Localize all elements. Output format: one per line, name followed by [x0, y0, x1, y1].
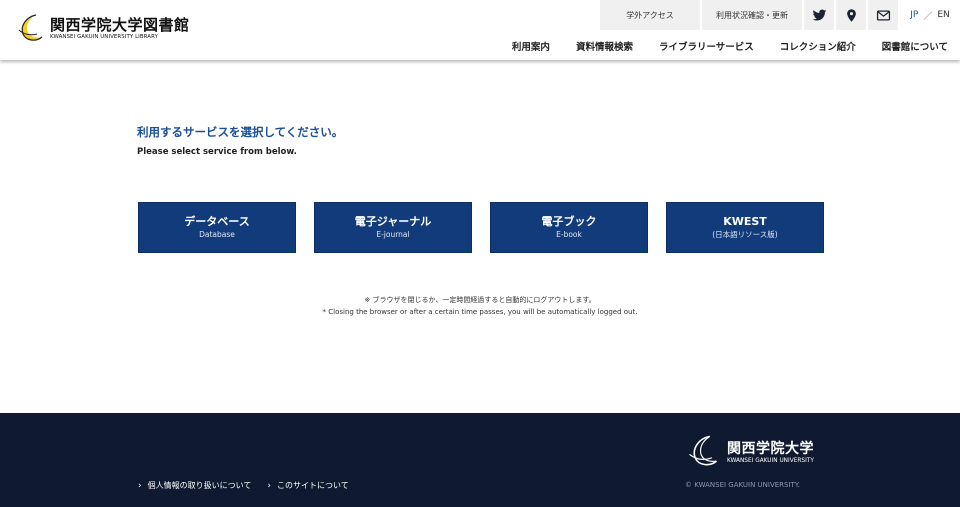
lang-jp-link[interactable]: JP — [910, 10, 918, 20]
kwest-button[interactable]: KWEST (日本語リソース版) — [666, 202, 824, 253]
ebook-button-title: 電子ブック — [541, 215, 597, 228]
footer-link-privacy-label: 個人情報の取り扱いについて — [147, 481, 252, 490]
university-logo[interactable]: 関西学院大学 KWANSEI GAKUIN UNIVERSITY — [685, 433, 830, 469]
footer-logo-text-en: KWANSEI GAKUIN UNIVERSITY — [727, 458, 814, 464]
twitter-button[interactable] — [804, 0, 834, 30]
twitter-icon — [812, 9, 826, 21]
ejournal-button-subtitle: E-journal — [376, 230, 410, 239]
page-heading-en: Please select service from below. — [137, 147, 297, 157]
nav-item-search[interactable]: 資料情報検索 — [576, 39, 633, 53]
ejournal-button-title: 電子ジャーナル — [354, 215, 432, 228]
database-button[interactable]: データベース Database — [138, 202, 296, 253]
kwest-button-title: KWEST — [723, 215, 767, 228]
ejournal-button[interactable]: 電子ジャーナル E-journal — [314, 202, 472, 253]
mail-button[interactable] — [868, 0, 898, 30]
language-switch: JP ／ EN — [900, 0, 960, 30]
usage-status-label: 利用状況確認・更新 — [716, 10, 788, 20]
usage-status-button[interactable]: 利用状況確認・更新 — [702, 0, 802, 30]
ebook-button-subtitle: E-book — [556, 230, 582, 239]
copyright: © KWANSEI GAKUIN UNIVERSITY. — [685, 481, 800, 489]
lang-en-link[interactable]: EN — [937, 10, 949, 20]
chevron-right-icon: › — [267, 480, 271, 491]
nav-item-guide[interactable]: 利用案内 — [512, 39, 550, 53]
page: 関西学院大学図書館 KWANSEI GAKUIN UNIVERSITY LIBR… — [0, 0, 960, 507]
database-button-subtitle: Database — [199, 230, 235, 239]
lang-separator: ／ — [923, 11, 933, 22]
nav-item-about[interactable]: 図書館について — [882, 39, 948, 53]
nav-item-library-services[interactable]: ライブラリーサービス — [659, 39, 754, 53]
crescent-moon-logo-icon — [689, 435, 718, 466]
site-header: 関西学院大学図書館 KWANSEI GAKUIN UNIVERSITY LIBR… — [0, 0, 960, 60]
crescent-moon-logo-icon — [18, 14, 43, 41]
footer-link-about-site[interactable]: › このサイトについて — [267, 480, 348, 491]
logout-notice-jp: ※ ブラウザを閉じるか、一定時間経過すると自動的にログアウトします。 — [364, 296, 596, 304]
footer-link-privacy[interactable]: › 個人情報の取り扱いについて — [138, 480, 251, 491]
footer-link-about-site-label: このサイトについて — [276, 481, 349, 490]
footer-logo-text-jp: 関西学院大学 — [727, 441, 814, 457]
nav-item-collections[interactable]: コレクション紹介 — [780, 39, 856, 53]
main-nav: 利用案内 資料情報検索 ライブラリーサービス コレクション紹介 図書館について — [512, 39, 948, 53]
service-buttons: データベース Database 電子ジャーナル E-journal 電子ブック … — [138, 202, 824, 253]
chevron-right-icon: › — [138, 480, 142, 491]
logo-text-en: KWANSEI GAKUIN UNIVERSITY LIBRARY — [50, 34, 158, 40]
kwest-button-subtitle: (日本語リソース版) — [712, 230, 778, 239]
mail-icon — [876, 10, 890, 20]
logout-notice-en: * Closing the browser or after a certain… — [322, 308, 638, 316]
ebook-button[interactable]: 電子ブック E-book — [490, 202, 648, 253]
off-campus-access-button[interactable]: 学外アクセス — [600, 0, 700, 30]
off-campus-access-label: 学外アクセス — [626, 10, 674, 20]
library-logo[interactable]: 関西学院大学図書館 KWANSEI GAKUIN UNIVERSITY LIBR… — [14, 12, 189, 46]
database-button-title: データベース — [184, 215, 250, 228]
page-heading-jp: 利用するサービスを選択してください。 — [137, 125, 344, 139]
map-button[interactable] — [836, 0, 866, 30]
footer-links: › 個人情報の取り扱いについて › このサイトについて — [138, 480, 349, 491]
logo-text-jp: 関西学院大学図書館 — [50, 16, 190, 34]
map-pin-icon — [846, 8, 856, 22]
utility-bar: 学外アクセス 利用状況確認・更新 JP ／ EN — [598, 0, 960, 30]
site-footer: › 個人情報の取り扱いについて › このサイトについて 関西学院大学 KWANS… — [0, 413, 960, 507]
